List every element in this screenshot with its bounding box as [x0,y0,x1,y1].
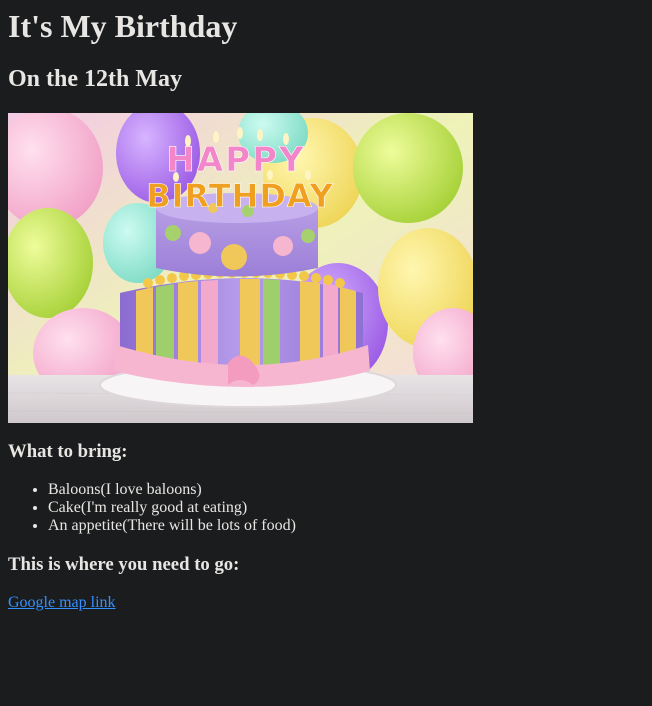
bring-list: Baloons(I love baloons) Cake(I'm really … [8,481,644,535]
page-title: It's My Birthday [8,8,238,44]
page-subtitle: On the 12th May [8,66,182,92]
google-map-link[interactable]: Google map link [8,594,116,611]
cake-text-birthday: BIRTHDAY [146,177,334,215]
bring-heading: What to bring: [8,441,128,462]
list-item: An appetite(There will be lots of food) [48,517,644,535]
location-heading: This is where you need to go: [8,554,240,575]
birthday-cake-image: HAPPY BIRTHDAY [8,113,473,423]
list-item: Cake(I'm really good at eating) [48,499,644,517]
map-link-paragraph: Google map link [8,594,644,612]
list-item: Baloons(I love baloons) [48,481,644,499]
